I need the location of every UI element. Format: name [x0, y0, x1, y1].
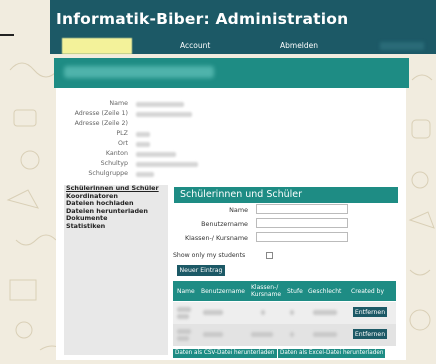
side-menu: Schülerinnen und Schüler Koordinatoren D…: [64, 184, 168, 355]
nav-item-account[interactable]: Account: [180, 38, 210, 54]
remove-button[interactable]: Entfernen: [353, 329, 387, 339]
remove-button[interactable]: Entfernen: [353, 307, 387, 317]
table-row: Entfernen: [173, 324, 396, 346]
col-level[interactable]: Stufe: [287, 281, 303, 301]
new-entry-button[interactable]: Neuer Eintrag: [177, 265, 225, 276]
show-only-mine-row: Show only my students: [173, 252, 273, 262]
school-banner: [54, 58, 409, 88]
info-row-school-type: Schultyp: [56, 160, 386, 170]
top-nav: Account Abmelden: [50, 38, 436, 54]
col-name[interactable]: Name: [177, 281, 195, 301]
show-only-mine-label: Show only my students: [173, 252, 246, 259]
info-row-name: Name: [56, 100, 386, 110]
download-csv-button[interactable]: Daten als CSV-Datei herunterladen: [173, 349, 277, 358]
class-input[interactable]: [256, 232, 348, 242]
nav-item-school[interactable]: [62, 38, 132, 54]
show-only-mine-checkbox[interactable]: [266, 252, 273, 259]
section-title: Schülerinnen und Schüler: [174, 187, 398, 203]
nav-item-logout[interactable]: Abmelden: [280, 38, 318, 54]
col-gender[interactable]: Geschlecht: [308, 281, 341, 301]
info-row-city: Ort: [56, 140, 386, 150]
col-created-by[interactable]: Created by: [351, 281, 384, 301]
nav-item-user: [380, 42, 424, 50]
name-input[interactable]: [256, 204, 348, 214]
col-class[interactable]: Klassen-/ Kursname: [251, 281, 283, 301]
info-row-canton: Kanton: [56, 150, 386, 160]
menu-item-statistics[interactable]: Statistiken: [64, 222, 168, 231]
form-row-username: Benutzername: [174, 218, 398, 230]
info-row-address1: Adresse (Zeile 1): [56, 110, 386, 120]
left-edge-marks: [0, 26, 50, 48]
col-username[interactable]: Benutzername: [201, 281, 245, 301]
students-table-header: Name Benutzername Klassen-/ Kursname Stu…: [173, 281, 396, 301]
info-row-address2: Adresse (Zeile 2): [74, 120, 128, 127]
info-row-school-group: Schulgruppe: [56, 170, 386, 180]
school-name-redacted: [64, 66, 214, 78]
site-title: Informatik-Biber: Administration: [56, 10, 349, 28]
username-input[interactable]: [256, 218, 348, 228]
info-row-zip: PLZ: [56, 130, 386, 140]
table-row: Entfernen: [173, 302, 396, 324]
form-row-class: Klassen-/ Kursname: [174, 232, 398, 244]
form-row-name: Name: [174, 204, 398, 216]
download-excel-button[interactable]: Daten als Excel-Datei herunterladen: [278, 349, 386, 358]
